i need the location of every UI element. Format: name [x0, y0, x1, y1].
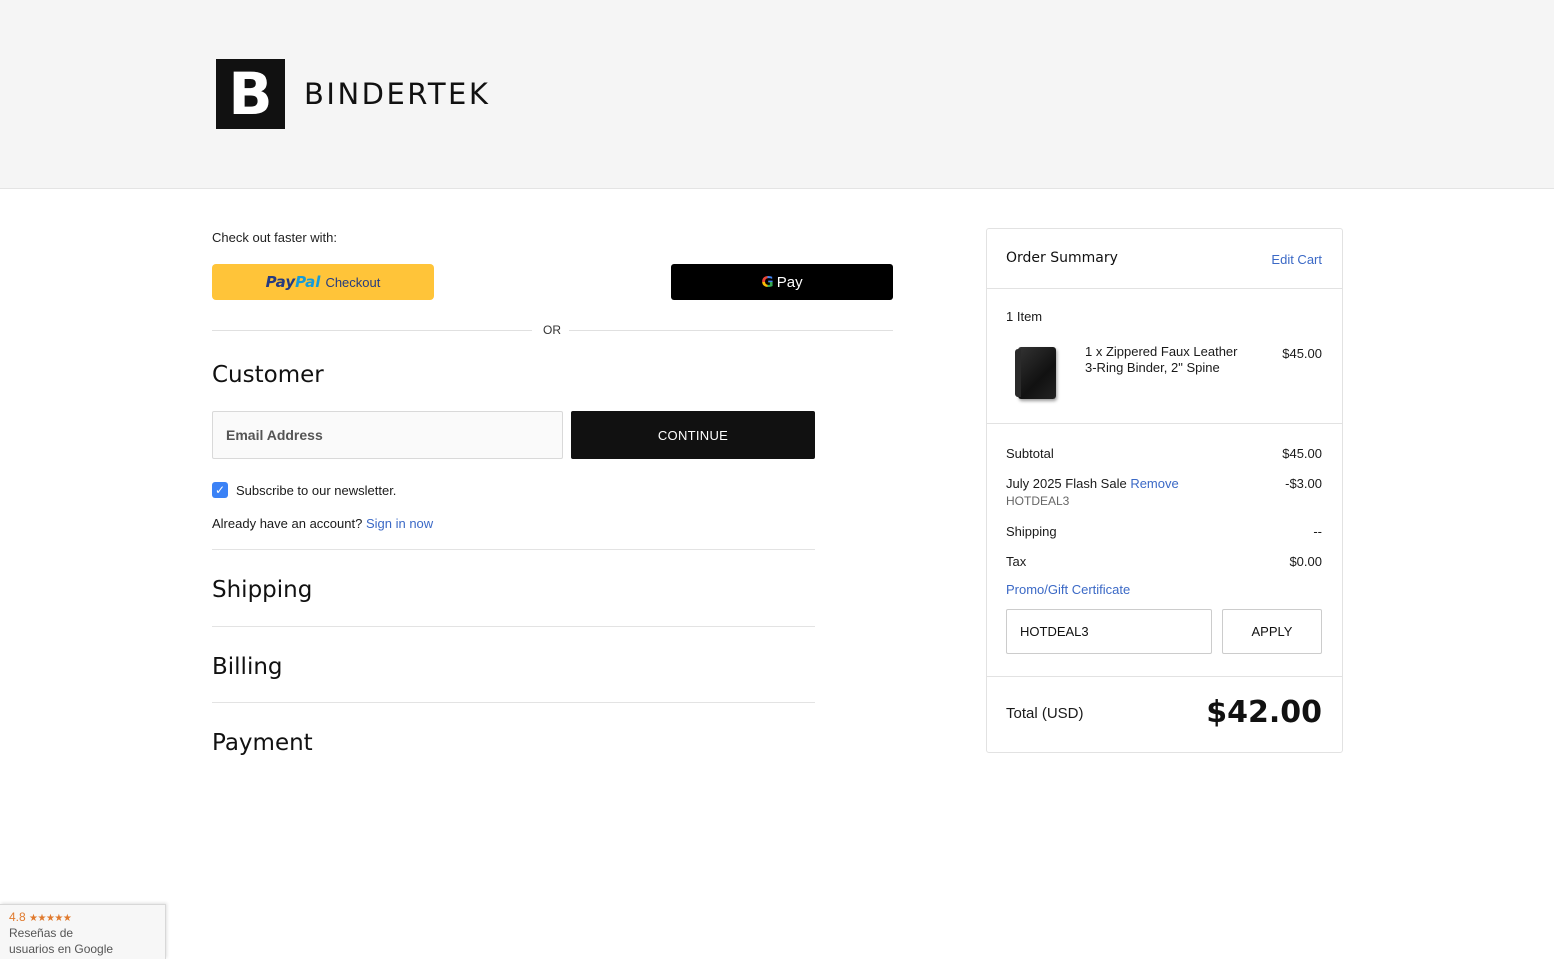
discount-row: July 2025 Flash Sale Remove -$3.00: [1006, 476, 1322, 491]
account-prompt-text: Already have an account?: [212, 516, 363, 531]
review-rating: 4.8 ★★★★★: [9, 910, 72, 924]
edit-cart-link[interactable]: Edit Cart: [1271, 252, 1322, 267]
paypal-checkout-button[interactable]: PayPal Checkout: [212, 264, 434, 300]
subtotal-label: Subtotal: [1006, 446, 1054, 461]
discount-value: -$3.00: [1285, 476, 1322, 491]
subtotal-row: Subtotal $45.00: [1006, 446, 1322, 461]
product-thumbnail: [1015, 347, 1056, 399]
product-name: 1 x Zippered Faux Leather 3-Ring Binder,…: [1085, 344, 1238, 375]
continue-button[interactable]: CONTINUE: [571, 411, 815, 459]
brand-logo[interactable]: B BINDERTEK: [216, 59, 490, 129]
remove-discount-link[interactable]: Remove: [1130, 476, 1178, 491]
or-divider: OR: [212, 322, 893, 338]
newsletter-label: Subscribe to our newsletter.: [236, 482, 397, 498]
or-label: OR: [543, 323, 561, 337]
google-reviews-badge[interactable]: 4.8 ★★★★★ Reseñas de usuarios en Google: [0, 904, 166, 959]
summary-divider: [987, 676, 1342, 677]
order-summary-panel: Order Summary Edit Cart 1 Item 1 x Zippe…: [986, 228, 1343, 753]
summary-divider: [987, 423, 1342, 424]
sign-in-link[interactable]: Sign in now: [366, 516, 433, 531]
review-caption: Reseñas de usuarios en Google: [9, 925, 113, 957]
shipping-row: Shipping --: [1006, 524, 1322, 539]
paypal-logo: PayPal: [265, 273, 321, 291]
logo-wordmark: BINDERTEK: [304, 77, 491, 111]
logo-mark: B: [216, 59, 285, 129]
star-rating-icon: ★★★★★: [29, 913, 72, 924]
summary-divider: [987, 288, 1342, 289]
shipping-heading: Shipping: [212, 577, 313, 603]
apply-button[interactable]: APPLY: [1222, 609, 1322, 654]
tax-label: Tax: [1006, 554, 1027, 569]
subtotal-value: $45.00: [1282, 446, 1322, 461]
site-header: B BINDERTEK: [0, 0, 1554, 189]
shipping-label: Shipping: [1006, 524, 1057, 539]
total-value: $42.00: [1206, 695, 1322, 730]
google-g-icon: G: [761, 273, 774, 291]
discount-label: July 2025 Flash Sale: [1006, 476, 1127, 491]
divider-line: [212, 330, 532, 331]
newsletter-checkbox[interactable]: ✓: [212, 482, 228, 498]
google-pay-label: Pay: [776, 273, 803, 291]
items-count: 1 Item: [1006, 309, 1043, 324]
section-divider: [212, 549, 815, 550]
payment-heading: Payment: [212, 730, 313, 756]
rating-value: 4.8: [9, 910, 26, 924]
coupon-code: HOTDEAL3: [1006, 494, 1070, 508]
promo-gift-certificate-link[interactable]: Promo/Gift Certificate: [1006, 582, 1130, 597]
tax-row: Tax $0.00: [1006, 554, 1322, 569]
email-field[interactable]: [212, 411, 563, 459]
tax-value: $0.00: [1289, 554, 1322, 569]
google-pay-button[interactable]: G Pay: [671, 264, 893, 300]
account-prompt: Already have an account? Sign in now: [212, 516, 433, 531]
billing-heading: Billing: [212, 654, 283, 680]
customer-heading: Customer: [212, 362, 324, 388]
review-caption-line: Reseñas de: [9, 926, 74, 940]
order-summary-title: Order Summary: [1006, 250, 1118, 266]
promo-code-input[interactable]: [1006, 609, 1212, 654]
divider-line: [569, 330, 893, 331]
total-label: Total (USD): [1006, 705, 1084, 722]
paypal-checkout-label: Checkout: [325, 274, 381, 290]
shipping-value: --: [1313, 524, 1322, 539]
product-price: $45.00: [1282, 346, 1322, 361]
review-caption-line: usuarios en Google: [9, 942, 114, 956]
section-divider: [212, 626, 815, 627]
express-checkout-label: Check out faster with:: [212, 230, 337, 245]
newsletter-option[interactable]: ✓ Subscribe to our newsletter.: [212, 482, 396, 498]
section-divider: [212, 702, 815, 703]
